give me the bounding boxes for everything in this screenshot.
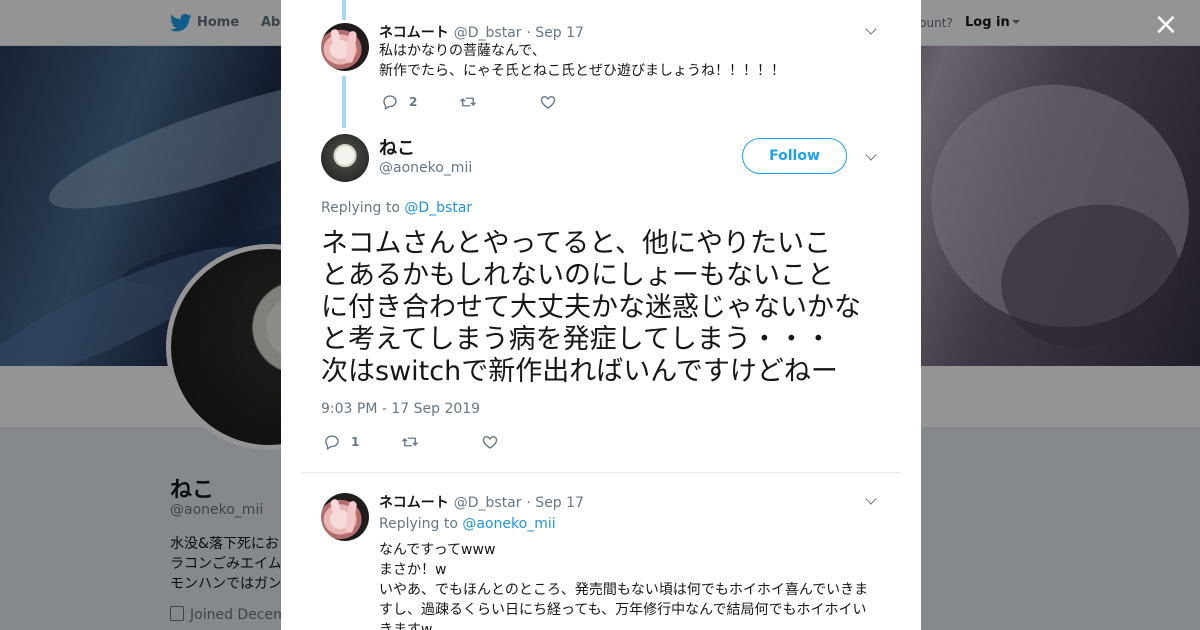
author-handle: @D_bstar [453, 495, 522, 511]
main-tweet-timestamp[interactable]: 9:03 PM - 17 Sep 2019 [321, 401, 480, 417]
tweet-author[interactable]: ネコムート @D_bstar · Sep 17 [379, 22, 584, 42]
author-name: ネコムート [379, 495, 449, 511]
tweet-date[interactable]: · Sep 17 [526, 495, 584, 511]
replying-to: Replying to @aoneko_mii [379, 516, 556, 532]
retweet-button[interactable] [459, 92, 487, 112]
main-tweet-actions: 1 [323, 432, 623, 452]
tweet-text: なんですってwww まさか！w いやあ、でもほんとのところ、発売間もない頃は何で… [379, 542, 869, 630]
chevron-down-icon[interactable] [865, 494, 879, 508]
reply-count: 2 [409, 95, 418, 109]
tweet-author[interactable]: ネコムート @D_bstar · Sep 17 [379, 492, 584, 512]
tweet-avatar[interactable] [321, 493, 369, 541]
tweet-modal: ネコムート @D_bstar · Sep 17 私はかなりの菩薩なんで、 新作でた… [281, 0, 921, 630]
reply-icon [383, 95, 397, 110]
main-tweet-author-name[interactable]: ねこ [379, 134, 415, 160]
main-tweet-avatar[interactable] [321, 134, 369, 182]
author-handle: @D_bstar [453, 25, 522, 41]
follow-button[interactable]: Follow [742, 138, 847, 174]
like-button[interactable] [539, 92, 567, 112]
main-tweet-author-handle[interactable]: @aoneko_mii [379, 160, 472, 176]
retweet-button[interactable] [401, 432, 429, 452]
heart-icon [482, 436, 498, 449]
reply-button[interactable]: 2 [381, 92, 417, 112]
heart-icon [540, 96, 556, 109]
tweet-text: 私はかなりの菩薩なんで、 新作でたら、にゃそ氏とねこ氏とぜひ遊びましょうね！！！… [379, 43, 785, 79]
close-icon[interactable]: × [1153, 10, 1179, 40]
thread-line [342, 0, 346, 20]
tweet-date[interactable]: · Sep 17 [526, 25, 584, 41]
reply-count: 1 [351, 435, 360, 449]
replying-to-link[interactable]: @D_bstar [404, 200, 472, 216]
retweet-icon [460, 97, 476, 107]
divider [301, 472, 901, 473]
replying-to: Replying to @D_bstar [321, 200, 472, 216]
like-button[interactable] [481, 432, 509, 452]
chevron-down-icon[interactable] [865, 24, 879, 38]
chevron-down-icon[interactable] [865, 150, 879, 164]
tweet-actions: 2 [381, 92, 681, 112]
author-name: ネコムート [379, 25, 449, 41]
retweet-icon [402, 437, 418, 447]
main-tweet-text: ネコムさんとやってると、他にやりたいこ とあるかもしれないのにしょーもないこと … [321, 228, 861, 387]
reply-icon [325, 435, 339, 450]
replying-to-prefix: Replying to [379, 516, 463, 532]
replying-to-prefix: Replying to [321, 200, 405, 216]
reply-button[interactable]: 1 [323, 432, 359, 452]
tweet-avatar[interactable] [321, 23, 369, 71]
replying-to-link[interactable]: @aoneko_mii [462, 516, 555, 532]
thread-line [342, 76, 346, 128]
